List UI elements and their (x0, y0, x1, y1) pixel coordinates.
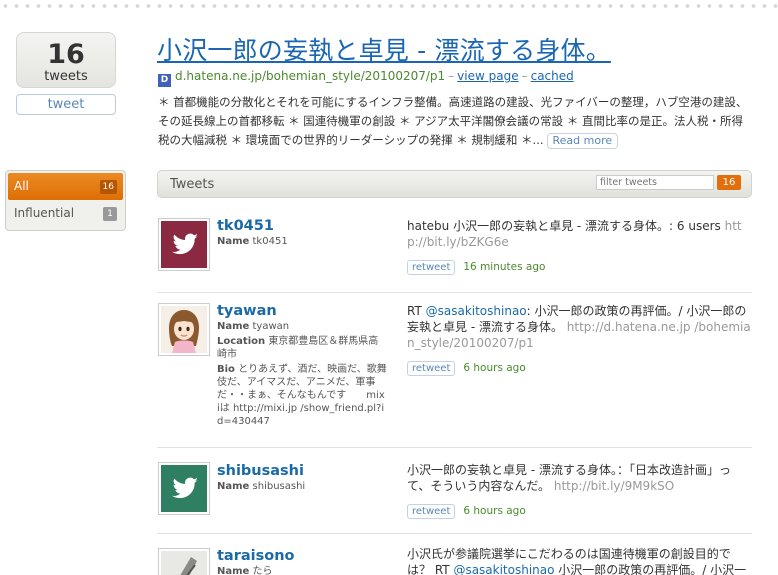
mention-link[interactable]: @sasakitoshinao (453, 563, 554, 575)
user-info: taraisono Name たら (217, 548, 387, 575)
filter-tweets-input[interactable] (596, 175, 714, 190)
tweet-count: 16 (47, 39, 85, 70)
tweet-row: taraisono Name たら 小沢氏が参議院選挙にこだわるのは国連待機軍の… (157, 534, 752, 575)
tweet-body: 小沢氏が参議院選挙にこだわるのは国連待機軍の創設目的では？ RT @sasaki… (407, 546, 752, 575)
filter-influential-count: 1 (103, 207, 117, 221)
cached-link[interactable]: cached (531, 69, 574, 83)
filter-all-count: 16 (99, 180, 117, 194)
location-field: Location 東京都豊島区＆群馬県高崎市 (217, 336, 379, 360)
name-field: Name tk0451 (217, 236, 288, 247)
tweet-button[interactable]: tweet (16, 94, 116, 115)
filter-nav: All 16 Influential 1 (5, 170, 126, 231)
name-field: Name たら (217, 566, 273, 575)
tweets-header: Tweets 16 (157, 170, 752, 198)
tweets-count-badge: 16 (717, 175, 741, 190)
filter-influential-label: Influential (14, 206, 75, 220)
username-link[interactable]: shibusashi (217, 463, 387, 480)
twitter-bird-icon (172, 477, 198, 499)
entry-domain: d.hatena.ne.jp/bohemian_style/20100207/p… (175, 69, 446, 83)
tweet-text: 小沢氏が参議院選挙にこだわるのは国連待機軍の創設目的では？ RT @sasaki… (407, 547, 747, 575)
mention-link[interactable]: @sasakitoshinao (426, 304, 527, 318)
tweet-text: 小沢一郎の妄執と卓見 - 漂流する身体。：「日本改造計画」って、そういう内容なん… (407, 463, 731, 493)
tweet-time[interactable]: 6 hours ago (463, 505, 525, 517)
username-link[interactable]: tk0451 (217, 218, 387, 235)
entry-meta: Dd.hatena.ne.jp/bohemian_style/20100207/… (158, 69, 574, 87)
view-page-link[interactable]: view page (457, 69, 518, 83)
username-link[interactable]: tyawan (217, 303, 387, 320)
bio-field: Bio とりあえず、酒だ、映画だ、歌舞伎だ、アイマスだ、アニメだ、軍事だ・・まぁ… (217, 364, 387, 427)
tweet-count-label: tweets (44, 69, 88, 84)
hatena-diary-icon: D (158, 74, 171, 87)
user-info: tyawan Name tyawan Location 東京都豊島区＆群馬県高崎… (217, 303, 387, 428)
tweet-time[interactable]: 16 minutes ago (463, 261, 545, 273)
tweet-row: tyawan Name tyawan Location 東京都豊島区＆群馬県高崎… (157, 293, 752, 448)
tweet-time[interactable]: 6 hours ago (463, 362, 525, 374)
twitter-bird-icon (172, 233, 198, 255)
filter-all[interactable]: All 16 (8, 173, 123, 200)
tweet-row: tk0451 Name tk0451 hatebu 小沢一郎の妄執と卓見 - 漂… (157, 208, 752, 293)
avatar[interactable] (158, 462, 210, 515)
user-info: shibusashi Name shibusashi (217, 463, 387, 493)
tweet-body: RT @sasakitoshinao: 小沢一郎の政策の再評価。/ 小沢一郎の妄… (407, 303, 752, 376)
read-more-button[interactable]: Read more (546, 133, 619, 149)
tweet-text: hatebu 小沢一郎の妄執と卓見 - 漂流する身体。: 6 users htt… (407, 219, 742, 249)
retweet-button[interactable]: retweet (407, 260, 456, 275)
avatar[interactable] (158, 303, 210, 356)
entry-description-text: ＊ 首都機能の分散化とそれを可能にするインフラ整備。高速道路の建設、光ファイバー… (158, 95, 748, 147)
username-link[interactable]: taraisono (217, 548, 387, 565)
filter-all-label: All (14, 179, 29, 193)
dotted-border (0, 3, 778, 9)
photo-avatar-icon (180, 557, 197, 575)
tweet-body: hatebu 小沢一郎の妄執と卓見 - 漂流する身体。: 6 users htt… (407, 218, 752, 275)
entry-description: ＊ 首都機能の分散化とそれを可能にするインフラ整備。高速道路の建設、光ファイバー… (158, 93, 753, 150)
name-field: Name shibusashi (217, 481, 306, 492)
avatar[interactable] (158, 548, 210, 575)
filter-influential[interactable]: Influential 1 (8, 200, 123, 227)
anime-girl-avatar-icon (169, 310, 199, 353)
retweet-button[interactable]: retweet (407, 504, 456, 519)
name-field: Name tyawan (217, 321, 290, 332)
retweet-button[interactable]: retweet (407, 361, 456, 376)
tweet-text: RT @sasakitoshinao: 小沢一郎の政策の再評価。/ 小沢一郎の妄… (407, 304, 751, 350)
tweet-count-box: 16 tweets (16, 32, 116, 88)
tweet-body: 小沢一郎の妄執と卓見 - 漂流する身体。：「日本改造計画」って、そういう内容なん… (407, 462, 752, 519)
tweet-row: shibusashi Name shibusashi 小沢一郎の妄執と卓見 - … (157, 448, 752, 534)
user-info: tk0451 Name tk0451 (217, 218, 387, 248)
tweets-title: Tweets (170, 177, 215, 192)
entry-title-link[interactable]: 小沢一郎の妄執と卓見 - 漂流する身体。 (157, 36, 611, 66)
tweet-link[interactable]: http://bit.ly/9M9kSO (554, 479, 674, 493)
avatar[interactable] (158, 218, 210, 271)
